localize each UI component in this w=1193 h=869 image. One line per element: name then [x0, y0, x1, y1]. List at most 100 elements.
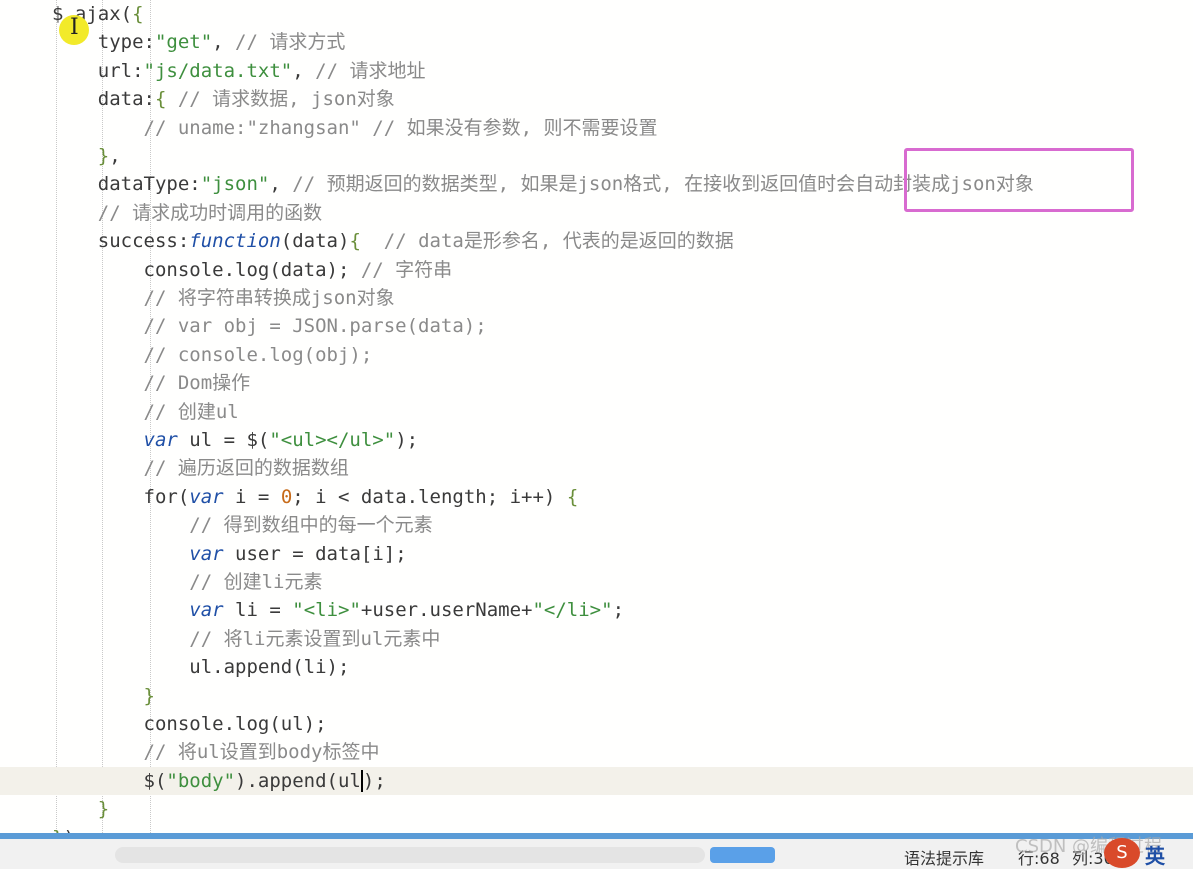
code-comment: // 得到数组中的每一个元素 [52, 514, 433, 537]
code-token: , [292, 59, 316, 82]
code-token: data: [52, 88, 155, 111]
code-line[interactable]: // 将li元素设置到ul元素中 [0, 625, 1193, 653]
code-token: "json" [200, 173, 270, 196]
code-line[interactable]: var li = "<li>"+user.userName+"</li>"; [0, 596, 1193, 624]
code-comment: // 请求数据, json对象 [177, 88, 395, 111]
code-token: url: [52, 59, 144, 82]
code-token: { [566, 485, 579, 508]
code-token: ).append(ul [235, 769, 361, 792]
code-token: $( [52, 769, 167, 792]
code-token: "body" [166, 769, 236, 792]
code-token: "<li>" [292, 599, 361, 622]
code-line[interactable]: ul.append(li); [0, 653, 1193, 681]
code-token: ); [395, 429, 419, 451]
annotation-highlight-box [904, 148, 1134, 212]
code-token: success: [52, 230, 190, 253]
code-token: "get" [154, 31, 213, 54]
code-token: 0 [280, 485, 293, 508]
code-token: var [143, 429, 178, 451]
code-line[interactable]: // var obj = JSON.parse(data); [0, 312, 1193, 340]
code-line[interactable]: data:{ // 请求数据, json对象 [0, 85, 1193, 113]
code-line[interactable]: $("body").append(ul); [0, 766, 1193, 795]
code-line[interactable]: var user = data[i]; [0, 540, 1193, 568]
code-token: } [143, 684, 155, 707]
code-line[interactable]: // 创建li元素 [0, 568, 1193, 596]
code-line[interactable]: // Dom操作 [0, 369, 1193, 397]
text-cursor-icon: I [70, 15, 79, 40]
code-token: dataType: [52, 173, 201, 196]
code-token: var [189, 599, 224, 622]
syntax-hint-library[interactable]: 语法提示库 [904, 845, 984, 869]
code-token: ul.append(li); [52, 656, 350, 679]
code-line[interactable]: var ul = $("<ul></ul>"); [0, 426, 1193, 454]
code-token: var [189, 542, 224, 565]
code-line[interactable]: // 创建ul [0, 398, 1193, 426]
code-token: console.log(ul); [52, 713, 327, 735]
code-token: { [154, 88, 167, 111]
code-token: , [212, 31, 236, 54]
code-comment: // 遍历返回的数据数组 [52, 457, 349, 480]
code-line[interactable]: console.log(data); // 字符串 [0, 256, 1193, 284]
code-comment: // var obj = JSON.parse(data); [52, 315, 487, 338]
code-line[interactable]: // console.log(obj); [0, 341, 1193, 369]
code-line[interactable]: // 将字符串转换成json对象 [0, 284, 1193, 312]
code-token: user = data[i]; [223, 542, 407, 565]
code-token: ); [362, 769, 386, 792]
code-line[interactable]: // 遍历返回的数据数组 [0, 454, 1193, 482]
horizontal-scrollbar-thumb[interactable] [710, 847, 775, 863]
code-token: } [97, 145, 110, 167]
code-comment: // 创建li元素 [52, 571, 323, 593]
code-comment: // 请求成功时调用的函数 [52, 201, 323, 224]
code-token: ; i < data.length; i++) [292, 485, 567, 508]
code-comment: // data是形参名, 代表的是返回的数据 [383, 230, 734, 253]
code-line[interactable]: success:function(data){ // data是形参名, 代表的… [0, 227, 1193, 255]
code-token: ul = $( [177, 429, 270, 451]
code-token: for( [52, 485, 190, 508]
ime-language-indicator[interactable]: 英 [1145, 840, 1165, 869]
code-token: "</li>" [532, 599, 613, 622]
code-comment: // 字符串 [360, 258, 453, 281]
code-editor[interactable]: $.ajax({ type:"get", // 请求方式 url:"js/dat… [0, 0, 1193, 849]
code-token: function [189, 230, 281, 253]
code-comment: // uname:"zhangsan" // 如果没有参数, 则不需要设置 [52, 116, 658, 139]
code-line[interactable]: $.ajax({ [0, 0, 1193, 28]
code-token: "<ul></ul>" [269, 429, 396, 451]
ime-sogou-icon[interactable]: S [1104, 838, 1140, 868]
code-line[interactable]: } [0, 795, 1193, 823]
code-line[interactable]: // 将ul设置到body标签中 [0, 738, 1193, 766]
code-comment: // 请求地址 [315, 59, 426, 82]
code-line[interactable]: // 得到数组中的每一个元素 [0, 511, 1193, 539]
code-line[interactable]: for(var i = 0; i < data.length; i++) { [0, 483, 1193, 511]
code-comment: // 创建ul [52, 400, 239, 423]
code-token: , [109, 145, 121, 167]
code-comment: // 将ul设置到body标签中 [52, 741, 380, 764]
code-line[interactable]: } [0, 682, 1193, 710]
code-comment: // Dom操作 [52, 372, 251, 395]
code-line[interactable]: console.log(ul); [0, 710, 1193, 738]
code-token: (data) [280, 230, 350, 253]
code-token: ; [612, 599, 625, 622]
code-token: , [269, 173, 293, 196]
code-comment: // 将li元素设置到ul元素中 [52, 627, 441, 650]
code-comment: // 将字符串转换成json对象 [52, 287, 395, 309]
code-token: } [97, 798, 110, 821]
code-token: { [132, 3, 144, 25]
code-line[interactable]: url:"js/data.txt", // 请求地址 [0, 57, 1193, 85]
watermark: CSDN @编程过程 [1015, 836, 1163, 857]
code-token: console.log(data); [52, 258, 361, 281]
code-token: li = [223, 599, 293, 622]
code-line[interactable]: type:"get", // 请求方式 [0, 28, 1193, 56]
code-token: { [349, 230, 361, 253]
code-line[interactable]: // uname:"zhangsan" // 如果没有参数, 则不需要设置 [0, 114, 1193, 142]
code-token: "js/data.txt" [143, 59, 293, 82]
code-token: var [189, 485, 224, 508]
code-token: +user.userName+ [360, 599, 533, 622]
horizontal-scrollbar-track[interactable] [115, 847, 705, 863]
code-token: i = [223, 485, 281, 508]
